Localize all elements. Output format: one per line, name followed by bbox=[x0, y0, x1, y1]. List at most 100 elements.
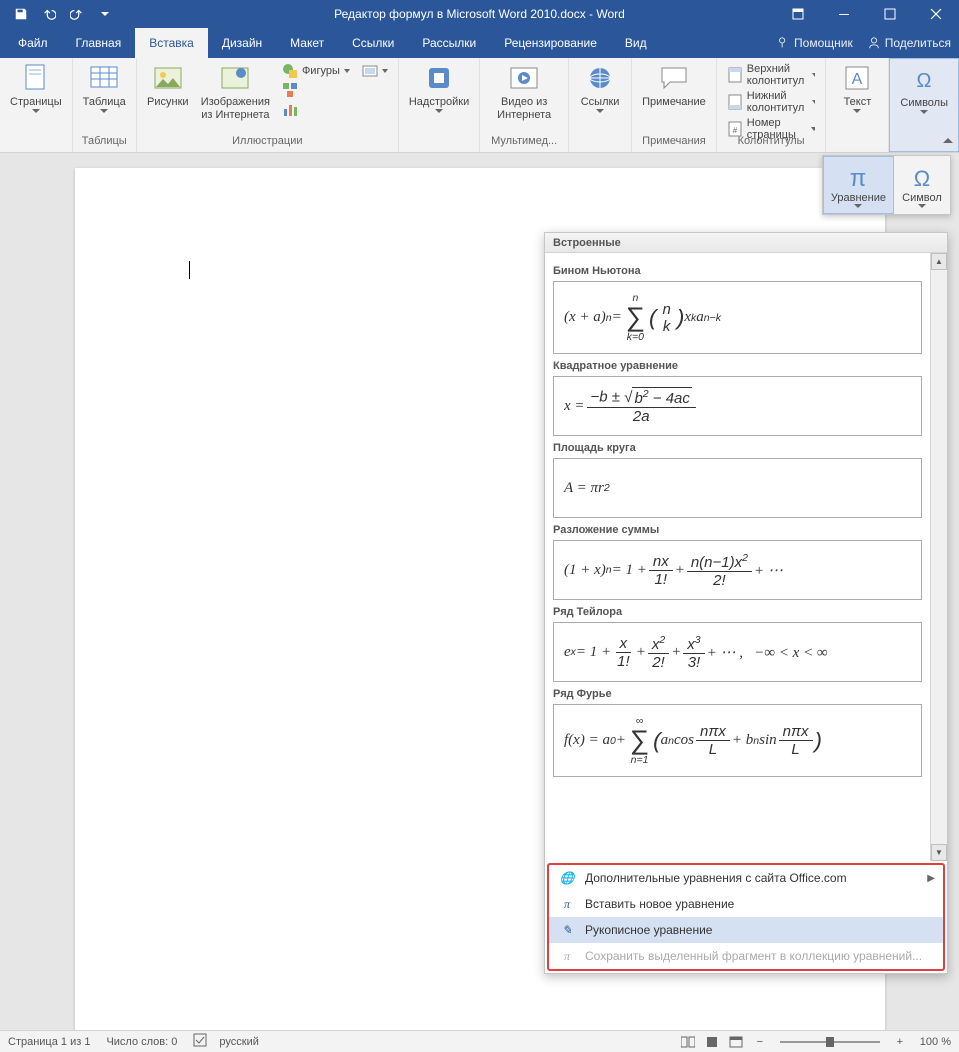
svg-text:A: A bbox=[852, 71, 863, 88]
save-button[interactable] bbox=[8, 2, 34, 26]
symbols-button[interactable]: Ω Символы bbox=[896, 61, 952, 116]
smartart-button[interactable] bbox=[278, 81, 302, 99]
equation-title: Площадь круга bbox=[553, 442, 922, 454]
equation-title: Бином Ньютона bbox=[553, 265, 922, 277]
equation-dropdown-button[interactable]: π Уравнение bbox=[823, 156, 894, 214]
footer-icon bbox=[727, 94, 743, 110]
table-button[interactable]: Таблица bbox=[79, 60, 130, 115]
equation-gallery: Встроенные Бином Ньютона (x + a)n = n∑k=… bbox=[544, 232, 948, 974]
zoom-slider-thumb[interactable] bbox=[826, 1037, 834, 1047]
title-bar: Редактор формул в Microsoft Word 2010.do… bbox=[0, 0, 959, 28]
print-layout-button[interactable] bbox=[701, 1033, 723, 1051]
more-equations-office-com[interactable]: 🌐 Дополнительные уравнения с сайта Offic… bbox=[549, 865, 943, 891]
online-pictures-button[interactable]: Изображения из Интернета bbox=[197, 60, 274, 123]
header-icon bbox=[727, 67, 743, 83]
chart-icon bbox=[282, 101, 298, 117]
page-icon bbox=[20, 62, 52, 94]
qat-customize-icon[interactable] bbox=[92, 2, 118, 26]
header-button[interactable]: Верхний колонтитул bbox=[723, 62, 820, 88]
gallery-footer: 🌐 Дополнительные уравнения с сайта Offic… bbox=[547, 863, 945, 971]
links-button[interactable]: Ссылки bbox=[575, 60, 625, 115]
chevron-down-icon bbox=[32, 109, 40, 113]
minimize-button[interactable] bbox=[821, 0, 867, 28]
online-video-button[interactable]: Видео из Интернета bbox=[486, 60, 562, 123]
close-button[interactable] bbox=[913, 0, 959, 28]
svg-text:π: π bbox=[850, 165, 867, 192]
text-button[interactable]: A Текст bbox=[832, 60, 882, 115]
omega-icon: Ω bbox=[908, 63, 940, 95]
pictures-button[interactable]: Рисунки bbox=[143, 60, 193, 111]
redo-button[interactable] bbox=[64, 2, 90, 26]
word-count[interactable]: Число слов: 0 bbox=[106, 1036, 177, 1048]
tab-view[interactable]: Вид bbox=[611, 28, 661, 58]
scroll-up-button[interactable]: ▲ bbox=[931, 253, 947, 270]
table-icon bbox=[88, 62, 120, 94]
screenshot-button[interactable] bbox=[358, 62, 392, 80]
save-equation-icon: π bbox=[559, 948, 575, 964]
equation-title: Разложение суммы bbox=[553, 524, 922, 536]
equation-taylor[interactable]: ex = 1 + x1! + x22! + x33! + ⋯ , −∞ < x … bbox=[553, 622, 922, 682]
addins-icon bbox=[423, 62, 455, 94]
equation-sum-expansion[interactable]: (1 + x)n = 1 + nx1! + n(n−1)x22! + ⋯ bbox=[553, 540, 922, 600]
tab-references[interactable]: Ссылки bbox=[338, 28, 408, 58]
ink-equation[interactable]: ✎ Рукописное уравнение bbox=[549, 917, 943, 943]
equation-binomial[interactable]: (x + a)n = n∑k=0 (nk) xkan−k bbox=[553, 281, 922, 354]
tab-file[interactable]: Файл bbox=[4, 28, 62, 58]
ribbon-display-button[interactable] bbox=[775, 0, 821, 28]
link-icon bbox=[584, 62, 616, 94]
gallery-scrollbar[interactable]: ▲ ▼ bbox=[930, 253, 947, 861]
video-icon bbox=[508, 62, 540, 94]
maximize-button[interactable] bbox=[867, 0, 913, 28]
share-button[interactable]: Поделиться bbox=[867, 36, 951, 50]
zoom-out-button[interactable]: − bbox=[749, 1033, 771, 1051]
ink-icon: ✎ bbox=[559, 922, 575, 938]
chevron-down-icon bbox=[100, 109, 108, 113]
screenshot-icon bbox=[362, 63, 378, 79]
tab-design[interactable]: Дизайн bbox=[208, 28, 276, 58]
quick-access-toolbar bbox=[0, 2, 118, 26]
tab-home[interactable]: Главная bbox=[62, 28, 136, 58]
symbols-dropdown: π Уравнение Ω Символ bbox=[822, 155, 951, 215]
comment-icon bbox=[658, 62, 690, 94]
tab-insert[interactable]: Вставка bbox=[135, 28, 208, 58]
equation-title: Ряд Тейлора bbox=[553, 606, 922, 618]
equation-quadratic[interactable]: x = −b ± √b2 − 4ac2a bbox=[553, 376, 922, 436]
page-indicator[interactable]: Страница 1 из 1 bbox=[8, 1036, 90, 1048]
picture-icon bbox=[152, 62, 184, 94]
tab-mailings[interactable]: Рассылки bbox=[408, 28, 490, 58]
footer-button[interactable]: Нижний колонтитул bbox=[723, 89, 820, 115]
zoom-in-button[interactable]: + bbox=[889, 1033, 911, 1051]
online-picture-icon bbox=[219, 62, 251, 94]
chevron-right-icon: ▶ bbox=[927, 873, 935, 884]
ribbon-insert: Страницы Таблица Таблицы Рисунки Изображ… bbox=[0, 58, 959, 153]
addins-button[interactable]: Надстройки bbox=[405, 60, 473, 115]
insert-new-equation[interactable]: π Вставить новое уравнение bbox=[549, 891, 943, 917]
symbol-dropdown-button[interactable]: Ω Символ bbox=[894, 156, 950, 214]
tab-layout[interactable]: Макет bbox=[276, 28, 338, 58]
equation-fourier[interactable]: f(x) = a0 + ∞∑n=1 (an cos nπxL + bn sin … bbox=[553, 704, 922, 777]
gallery-header: Встроенные bbox=[545, 233, 947, 253]
text-cursor bbox=[189, 261, 190, 279]
comment-button[interactable]: Примечание bbox=[638, 60, 710, 111]
equation-circle-area[interactable]: A = πr2 bbox=[553, 458, 922, 518]
pages-button[interactable]: Страницы bbox=[6, 60, 66, 115]
zoom-level[interactable]: 100 % bbox=[920, 1036, 951, 1048]
window-controls bbox=[775, 0, 959, 28]
text-icon: A bbox=[841, 62, 873, 94]
save-to-gallery: π Сохранить выделенный фрагмент в коллек… bbox=[549, 943, 943, 969]
language-indicator[interactable]: русский bbox=[219, 1036, 258, 1048]
proofing-button[interactable] bbox=[193, 1033, 207, 1050]
equation-title: Квадратное уравнение bbox=[553, 360, 922, 372]
web-layout-button[interactable] bbox=[725, 1033, 747, 1051]
collapse-ribbon-button[interactable] bbox=[941, 134, 955, 148]
read-mode-button[interactable] bbox=[677, 1033, 699, 1051]
tell-me-search[interactable]: Помощник bbox=[776, 36, 853, 50]
chart-button[interactable] bbox=[278, 100, 302, 118]
group-label-tables: Таблицы bbox=[82, 133, 127, 149]
zoom-slider[interactable] bbox=[780, 1041, 880, 1043]
scroll-down-button[interactable]: ▼ bbox=[931, 844, 947, 861]
undo-button[interactable] bbox=[36, 2, 62, 26]
shapes-button[interactable]: Фигуры bbox=[278, 62, 354, 80]
status-bar: Страница 1 из 1 Число слов: 0 русский − … bbox=[0, 1030, 959, 1052]
tab-review[interactable]: Рецензирование bbox=[490, 28, 611, 58]
